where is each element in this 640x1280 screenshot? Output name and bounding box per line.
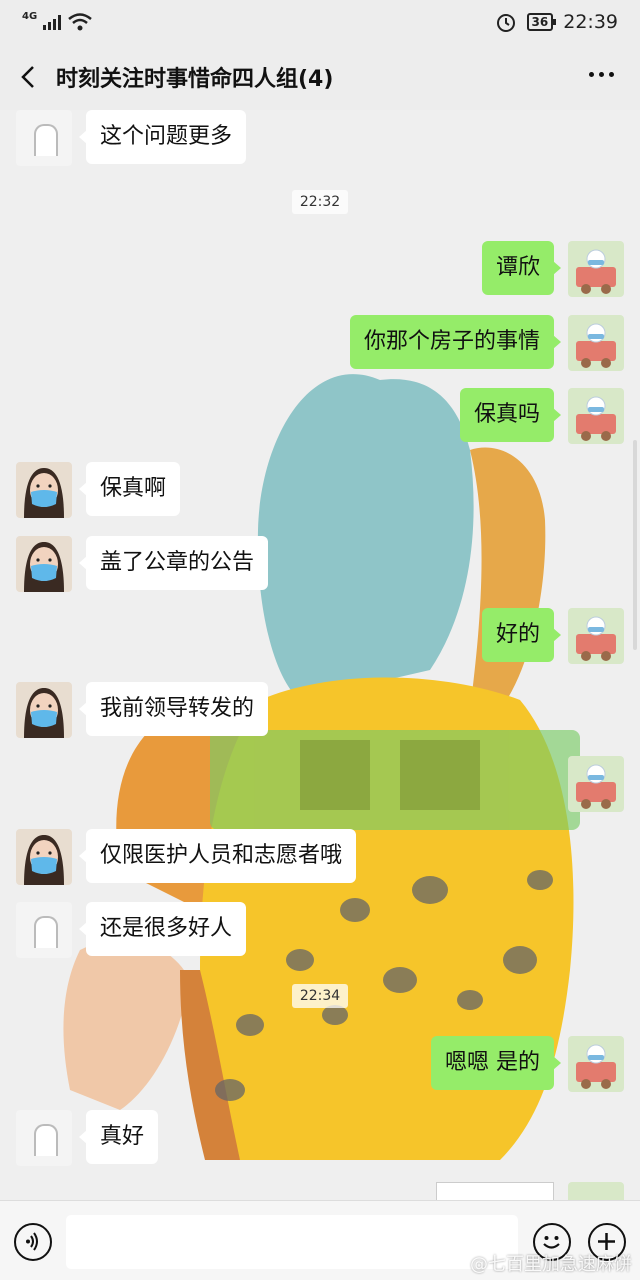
status-bar: 4G 36 22:39	[0, 0, 640, 44]
message-row: 还是很多好人	[16, 902, 247, 958]
avatar[interactable]	[568, 608, 624, 664]
message-bubble[interactable]: 好的	[481, 608, 562, 662]
avatar[interactable]	[568, 1182, 624, 1200]
cartoon-train-icon	[576, 616, 616, 661]
chat-area[interactable]: 22:32 22:34 这个问题更多 谭欣 你那个房子的事情 保真吗 保真啊 盖…	[0, 110, 640, 1200]
message-row: 盖了公章的公告	[16, 536, 269, 592]
message-bubble[interactable]: 嗯嗯 是的	[431, 1036, 561, 1090]
cartoon-train-icon	[576, 249, 616, 294]
masked-girl-icon	[24, 468, 64, 518]
masked-girl-icon	[24, 835, 64, 885]
cartoon-train-icon	[576, 323, 616, 368]
avatar[interactable]	[16, 462, 72, 518]
message-row: 嗯嗯 是的	[431, 1036, 624, 1092]
message-row: 仅限医护人员和志愿者哦	[16, 829, 357, 885]
watermark: @七百里加急速麻饼	[470, 1254, 632, 1275]
message-bubble[interactable]: 保真吗	[459, 388, 562, 442]
message-row: 谭欣	[481, 241, 624, 297]
message-bubble[interactable]: 你那个房子的事情	[349, 315, 562, 369]
clock: 22:39	[563, 11, 618, 33]
message-bubble[interactable]: 真好	[78, 1110, 159, 1164]
message-bubble[interactable]: 还是很多好人	[78, 902, 247, 956]
message-row: 你那个房子的事情	[349, 315, 624, 371]
avatar[interactable]	[16, 682, 72, 738]
more-options-icon[interactable]	[589, 64, 614, 85]
network-type: 4G	[22, 10, 38, 22]
alarm-icon	[496, 14, 515, 32]
avatar[interactable]	[16, 902, 72, 958]
battery-icon: 36	[526, 13, 556, 31]
avatar[interactable]	[568, 756, 624, 812]
timestamp: 22:32	[0, 190, 640, 214]
message-bubble[interactable]: 仅限医护人员和志愿者哦	[78, 829, 357, 883]
message-input[interactable]	[66, 1215, 518, 1269]
masked-girl-icon	[24, 542, 64, 592]
status-right: 36 22:39	[495, 11, 618, 33]
avatar[interactable]	[568, 315, 624, 371]
image-message-thumbnail[interactable]	[436, 1182, 554, 1200]
scrollbar[interactable]	[633, 440, 637, 650]
message-row: 保真吗	[459, 388, 624, 444]
avatar[interactable]	[568, 241, 624, 297]
wifi-icon	[68, 13, 92, 31]
message-row	[436, 1182, 624, 1200]
back-arrow-icon[interactable]	[0, 44, 56, 110]
cartoon-train-icon	[576, 764, 616, 809]
avatar[interactable]	[568, 1036, 624, 1092]
timestamp: 22:34	[0, 984, 640, 1008]
avatar[interactable]	[16, 536, 72, 592]
message-row: 真好	[16, 1110, 159, 1166]
message-bubble[interactable]: 我前领导转发的	[78, 682, 269, 736]
cartoon-train-icon	[576, 396, 616, 441]
avatar[interactable]	[16, 829, 72, 885]
cartoon-train-icon	[576, 1044, 616, 1089]
avatar[interactable]	[16, 110, 72, 166]
status-left: 4G	[22, 10, 93, 32]
avatar[interactable]	[16, 1110, 72, 1166]
message-row: 我前领导转发的	[16, 682, 269, 738]
message-bubble[interactable]: 保真啊	[78, 462, 181, 516]
message-bubble[interactable]: 谭欣	[481, 241, 562, 295]
message-bubble[interactable]: 盖了公章的公告	[78, 536, 269, 590]
signal-icon	[43, 14, 62, 30]
chat-title: 时刻关注时事惜命四人组(4)	[56, 67, 334, 92]
chat-header: 时刻关注时事惜命四人组(4)	[0, 44, 640, 110]
masked-girl-icon	[24, 688, 64, 738]
message-row	[568, 756, 624, 812]
message-bubble[interactable]: 这个问题更多	[78, 110, 247, 164]
message-row: 这个问题更多	[16, 110, 247, 166]
avatar[interactable]	[568, 388, 624, 444]
message-row: 保真啊	[16, 462, 181, 518]
message-row: 好的	[481, 608, 624, 664]
voice-icon[interactable]	[14, 1223, 52, 1261]
